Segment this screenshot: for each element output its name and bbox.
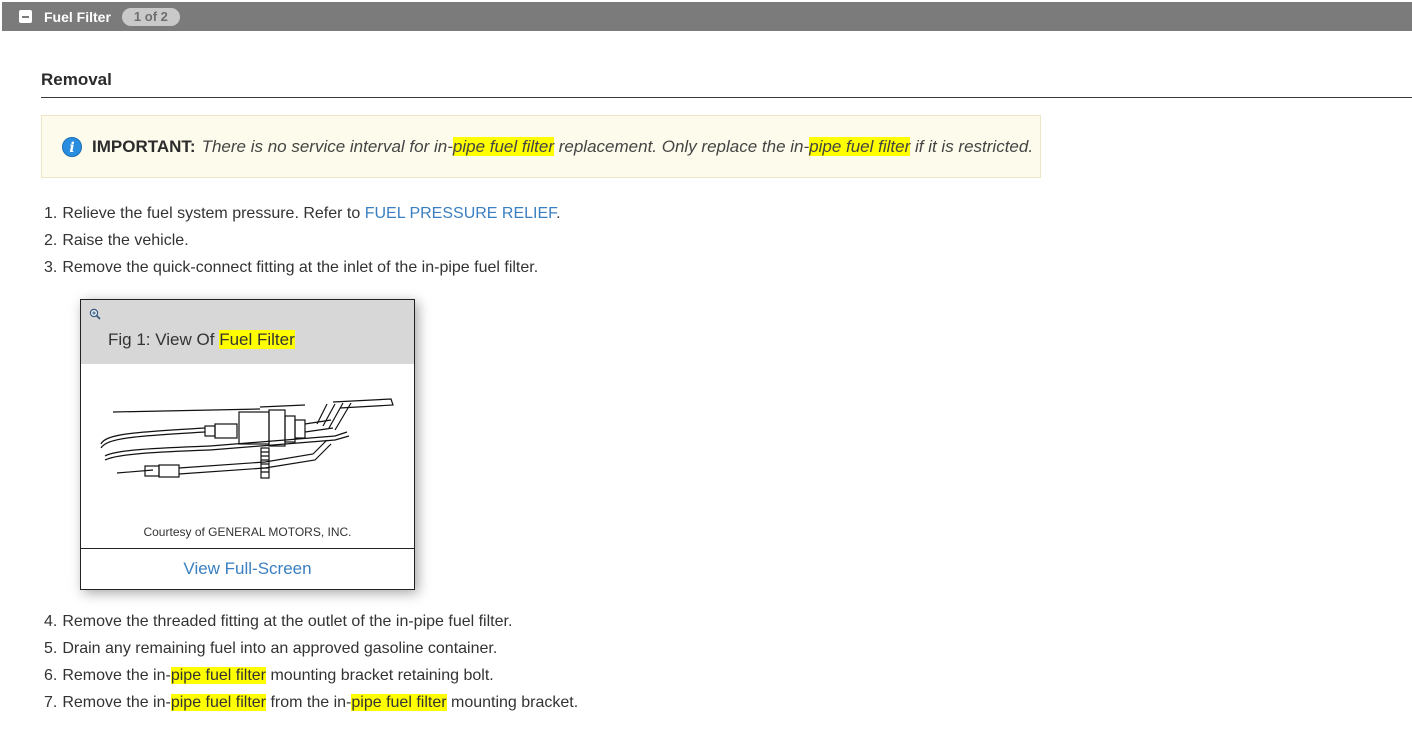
step-item: 6. Remove the in-pipe fuel filter mountin…: [44, 667, 494, 684]
important-text: There is no service interval for in-pipe…: [201, 136, 1034, 156]
section-header-bar[interactable]: Fuel Filter 1 of 2: [2, 2, 1412, 31]
step-item: 7. Remove the in-pipe fuel filter from th…: [44, 694, 579, 711]
search-highlight: Fuel Filter: [219, 330, 295, 349]
figure-header: Fig 1: View Of Fuel Filter: [81, 300, 414, 364]
section-header-title: Fuel Filter: [44, 8, 111, 25]
fuel-filter-illustration[interactable]: [95, 396, 395, 480]
step-item: 2. Raise the vehicle.: [44, 232, 189, 249]
important-label: IMPORTANT:: [92, 136, 196, 156]
search-highlight: pipe fuel filter: [809, 136, 911, 156]
step-item: 1. Relieve the fuel system pressure. Refe…: [44, 205, 561, 222]
section-title: Removal: [41, 70, 112, 89]
collapse-icon[interactable]: [19, 10, 32, 23]
search-highlight: pipe fuel filter: [351, 694, 447, 711]
search-highlight: pipe fuel filter: [170, 694, 267, 711]
step-item: 4. Remove the threaded fitting at the out…: [44, 613, 513, 630]
figure-title: Fig 1: View Of Fuel Filter: [108, 330, 295, 349]
result-count-badge: 1 of 2: [121, 7, 180, 26]
search-highlight: pipe fuel filter: [170, 667, 267, 684]
magnify-plus-icon[interactable]: [89, 308, 101, 320]
important-note: i IMPORTANT: There is no service interva…: [41, 115, 1041, 178]
figure-credit: Courtesy of GENERAL MOTORS, INC.: [143, 525, 352, 539]
search-highlight: pipe fuel filter: [452, 136, 555, 156]
view-full-screen-button[interactable]: View Full-Screen: [81, 549, 414, 589]
procedure-steps-list-continued: 4. Remove the threaded fitting at the out…: [44, 608, 578, 716]
procedure-steps-list: 1. Relieve the fuel system pressure. Refe…: [44, 200, 561, 281]
step-item: 5. Drain any remaining fuel into an appro…: [44, 640, 498, 657]
fuel-pressure-relief-link[interactable]: FUEL PRESSURE RELIEF: [365, 205, 556, 222]
info-icon: i: [62, 136, 82, 157]
figure-card: Fig 1: View Of Fuel Filter Courtesy of G…: [80, 299, 415, 590]
step-item: 3. Remove the quick-connect fitting at th…: [44, 259, 539, 276]
section-divider: [41, 97, 1412, 98]
